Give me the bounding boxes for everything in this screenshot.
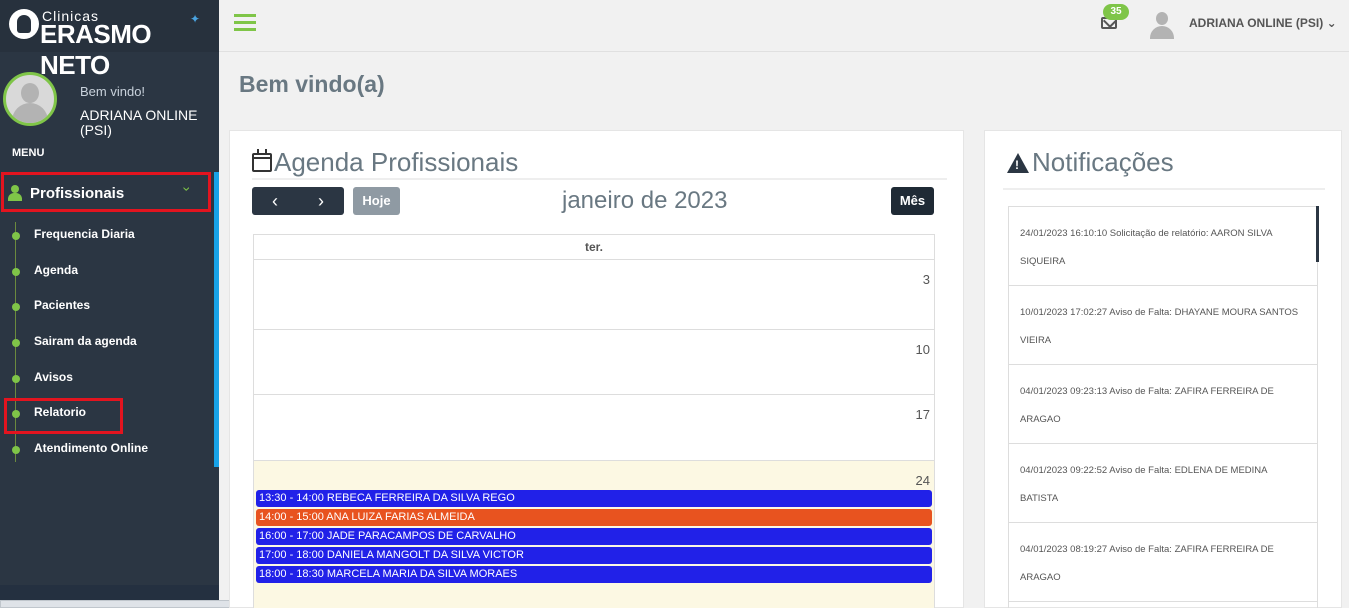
hamburger-menu-icon[interactable] — [234, 14, 256, 32]
sidebar-item-avisos[interactable]: Avisos — [0, 363, 210, 393]
header-avatar-icon[interactable] — [1149, 11, 1175, 39]
calendar-event[interactable]: 16:00 - 17:00 JADE PARACAMPOS DE CARVALH… — [256, 528, 932, 545]
logo-spark-icon: ✦ — [190, 12, 201, 26]
calendar-event[interactable]: 17:00 - 18:00 DANIELA MANGOLT DA SILVA V… — [256, 547, 932, 564]
day-header: ter. — [254, 235, 934, 260]
bullet-icon — [12, 303, 20, 311]
calendar-event[interactable]: 13:30 - 14:00 REBECA FERREIRA DA SILVA R… — [256, 490, 932, 507]
calendar-event[interactable]: 14:00 - 15:00 ANA LUIZA FARIAS ALMEIDA — [256, 509, 932, 526]
sidebar-item-label: Sairam da agenda — [34, 334, 137, 348]
bullet-icon — [12, 232, 20, 240]
notification-item[interactable]: 10/01/2023 17:02:27 Aviso de Falta: DHAY… — [1009, 286, 1317, 365]
calendar-day-cell[interactable]: 17 — [254, 395, 934, 461]
sidebar-item-agenda[interactable]: Agenda — [0, 256, 210, 286]
active-indicator — [214, 172, 219, 467]
agenda-panel: Agenda Profissionais ‹ › Hoje janeiro de… — [229, 130, 964, 608]
calendar-icon — [252, 149, 272, 172]
day-number: 24 — [915, 473, 930, 488]
notification-item[interactable]: 04/01/2023 09:23:13 Aviso de Falta: ZAFI… — [1009, 365, 1317, 444]
month-view-button[interactable]: Mês — [891, 187, 934, 215]
notification-badge: 35 — [1103, 4, 1129, 20]
menu-section-label: Profissionais — [30, 185, 125, 202]
sidebar-item-atendimento-online[interactable]: Atendimento Online — [0, 434, 210, 464]
bullet-icon — [12, 268, 20, 276]
bullet-icon — [12, 446, 20, 454]
chevron-down-icon: › — [179, 186, 196, 192]
calendar-nav: ‹ › — [252, 187, 344, 215]
sidebar-item-label: Atendimento Online — [34, 441, 148, 455]
sidebar-item-label: Pacientes — [34, 298, 91, 312]
sidebar-item-pacientes[interactable]: Pacientes — [0, 291, 210, 321]
sidebar: Clinicas ERASMO NETO ✦ Bem vindo! ADRIAN… — [0, 0, 219, 608]
bullet-icon — [12, 375, 20, 383]
bullet-icon — [12, 339, 20, 347]
calendar-grid: ter. 3 10 17 24 13:30 - 14:00 REBECA FER… — [253, 234, 935, 608]
notification-item[interactable]: 04/01/2023 09:22:52 Aviso de Falta: EDLE… — [1009, 444, 1317, 523]
welcome-text: Bem vindo! — [80, 84, 146, 99]
calendar-event[interactable]: 18:00 - 18:30 MARCELA MARIA DA SILVA MOR… — [256, 566, 932, 583]
day-number: 3 — [922, 272, 930, 287]
user-name: ADRIANA ONLINE (PSI) — [80, 107, 198, 138]
calendar-day-cell-today[interactable]: 24 13:30 - 14:00 REBECA FERREIRA DA SILV… — [254, 461, 934, 608]
avatar-head — [21, 83, 39, 103]
header-user-label: ADRIANA ONLINE (PSI) — [1189, 16, 1324, 30]
page-title: Bem vindo(a) — [239, 71, 385, 97]
agenda-title: Agenda Profissionais — [274, 147, 519, 177]
sidebar-item-label: Agenda — [34, 263, 79, 277]
notifications-title: Notificações — [1032, 147, 1174, 177]
prev-button[interactable]: ‹ — [252, 189, 298, 213]
calendar-day-cell[interactable]: 10 — [254, 330, 934, 395]
logo-icon — [9, 9, 39, 39]
notifications-list[interactable]: 24/01/2023 16:10:10 Solicitação de relat… — [1008, 206, 1318, 608]
chevron-down-icon: ⌄ — [1326, 16, 1337, 30]
next-button[interactable]: › — [298, 189, 344, 213]
sidebar-item-frequencia-diaria[interactable]: Frequencia Diaria — [0, 220, 210, 250]
sidebar-item-label: Frequencia Diaria — [34, 227, 135, 241]
notification-item[interactable]: 24/01/2023 16:10:10 Solicitação de relat… — [1009, 207, 1317, 286]
sidebar-item-label: Avisos — [34, 370, 73, 384]
sidebar-item-sairam-da-agenda[interactable]: Sairam da agenda — [0, 327, 210, 357]
today-button[interactable]: Hoje — [353, 187, 400, 215]
user-box: Bem vindo! ADRIANA ONLINE (PSI) — [0, 70, 219, 140]
header-user-menu[interactable]: ADRIANA ONLINE (PSI) ⌄ — [1189, 16, 1337, 30]
notifications-panel: Notificações 24/01/2023 16:10:10 Solicit… — [984, 130, 1342, 608]
agenda-title-bar: Agenda Profissionais — [252, 147, 947, 180]
top-header: 35 ADRIANA ONLINE (PSI) ⌄ — [219, 0, 1349, 52]
brand-logo[interactable]: Clinicas ERASMO NETO ✦ — [0, 0, 219, 80]
warning-icon — [1007, 153, 1029, 173]
notification-item[interactable]: 04/01/2023 08:19:27 Aviso de Falta: ZAFI… — [1009, 523, 1317, 602]
month-label: janeiro de 2023 — [562, 187, 728, 214]
notifications-scrollbar[interactable] — [1316, 206, 1319, 262]
user-group-icon — [8, 185, 22, 201]
menu-section-profissionais[interactable]: Profissionais › — [1, 172, 211, 212]
notifications-title-bar: Notificações — [1003, 147, 1325, 190]
menu-title: MENU — [12, 147, 45, 159]
calendar-day-cell[interactable]: 3 — [254, 260, 934, 330]
day-number: 17 — [915, 407, 930, 422]
day-number: 10 — [915, 342, 930, 357]
relatorio-highlight — [4, 398, 123, 434]
avatar-body — [12, 103, 48, 123]
avatar — [3, 72, 57, 126]
